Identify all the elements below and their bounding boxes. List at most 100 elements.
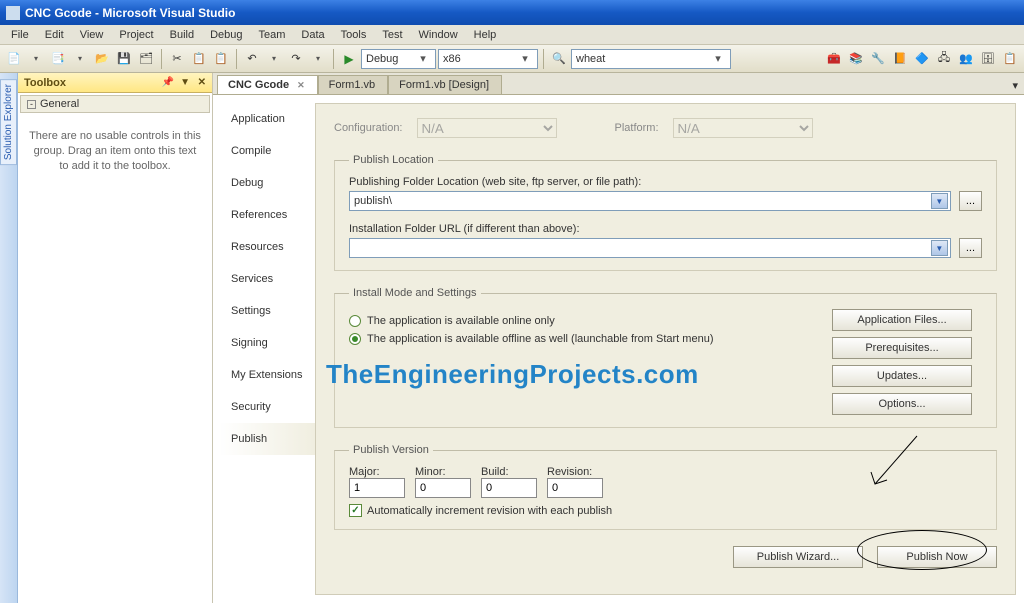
configuration-label: Configuration:	[334, 122, 403, 134]
menu-help[interactable]: Help	[466, 26, 505, 44]
publish-version-group: Publish Version Major: Minor: Build: Rev…	[334, 444, 997, 530]
options-button[interactable]: Options...	[832, 393, 972, 415]
add-item-icon[interactable]: 📑	[48, 49, 68, 69]
menu-window[interactable]: Window	[411, 26, 466, 44]
collapse-icon[interactable]: -	[27, 100, 36, 109]
toolbox-panel: Toolbox ▼ 📌 ✕ - General There are no usa…	[18, 73, 213, 603]
solution-config-combo[interactable]: Debug▾	[361, 49, 436, 69]
open-icon[interactable]: 📂	[92, 49, 112, 69]
nav-application[interactable]: Application	[219, 103, 315, 135]
nav-resources[interactable]: Resources	[219, 231, 315, 263]
revision-input[interactable]	[547, 478, 603, 498]
menu-edit[interactable]: Edit	[37, 26, 72, 44]
nav-references[interactable]: References	[219, 199, 315, 231]
menu-debug[interactable]: Debug	[202, 26, 250, 44]
editor-area: CNC Gcode✕ Form1.vb Form1.vb [Design] ▾ …	[213, 73, 1024, 603]
save-icon[interactable]: 💾	[114, 49, 134, 69]
nav-security[interactable]: Security	[219, 391, 315, 423]
pin-icon[interactable]: 📌	[162, 77, 174, 88]
nav-publish[interactable]: Publish	[219, 423, 315, 455]
undo-icon[interactable]: ↶	[242, 49, 262, 69]
menu-data[interactable]: Data	[293, 26, 332, 44]
auto-increment-checkbox[interactable]: ✓ Automatically increment revision with …	[349, 504, 982, 517]
build-input[interactable]	[481, 478, 537, 498]
radio-online-only[interactable]: The application is available online only	[349, 315, 832, 327]
nav-signing[interactable]: Signing	[219, 327, 315, 359]
major-input[interactable]	[349, 478, 405, 498]
tab-cnc-gcode[interactable]: CNC Gcode✕	[217, 75, 318, 94]
checkbox-checked-icon: ✓	[349, 504, 362, 517]
toolbox-group-general[interactable]: - General	[20, 95, 210, 113]
new-project-dropdown-icon[interactable]: ▾	[26, 49, 46, 69]
solution-explorer-tab[interactable]: Solution Explorer	[0, 79, 17, 165]
new-project-icon[interactable]: 📄	[4, 49, 24, 69]
configuration-select: N/A	[417, 118, 557, 138]
redo-dropdown-icon[interactable]: ▾	[308, 49, 328, 69]
team-explorer-icon[interactable]: 👥	[956, 49, 976, 69]
toolbox-empty-message: There are no usable controls in this gro…	[18, 115, 212, 188]
radio-online-label: The application is available online only	[367, 315, 555, 327]
menu-tools[interactable]: Tools	[333, 26, 375, 44]
solution-explorer-icon[interactable]: 📚	[846, 49, 866, 69]
solution-platform-combo[interactable]: x86▾	[438, 49, 538, 69]
properties-sidenav: Application Compile Debug References Res…	[219, 103, 315, 595]
menu-view[interactable]: View	[72, 26, 112, 44]
close-icon[interactable]: ✕	[198, 77, 206, 88]
browse-install-url-button[interactable]: ...	[959, 238, 982, 258]
install-mode-group: Install Mode and Settings The applicatio…	[334, 287, 997, 428]
nav-my-extensions[interactable]: My Extensions	[219, 359, 315, 391]
properties-icon[interactable]: 🔧	[868, 49, 888, 69]
find-combo[interactable]: wheat▾	[571, 49, 731, 69]
revision-label: Revision:	[547, 466, 603, 478]
cut-icon[interactable]: ✂	[167, 49, 187, 69]
chevron-down-icon[interactable]: ▼	[931, 193, 948, 209]
save-all-icon[interactable]: 🗂	[136, 49, 156, 69]
chevron-down-icon[interactable]: ▼	[931, 240, 948, 256]
install-url-label: Installation Folder URL (if different th…	[349, 223, 982, 235]
class-view-icon[interactable]: 🔷	[912, 49, 932, 69]
menu-test[interactable]: Test	[374, 26, 410, 44]
nav-services[interactable]: Services	[219, 263, 315, 295]
application-files-button[interactable]: Application Files...	[832, 309, 972, 331]
add-item-dropdown-icon[interactable]: ▾	[70, 49, 90, 69]
start-debug-icon[interactable]: ▶	[339, 49, 359, 69]
nav-debug[interactable]: Debug	[219, 167, 315, 199]
publish-now-button[interactable]: Publish Now	[877, 546, 997, 568]
data-sources-icon[interactable]: 🗄	[978, 49, 998, 69]
window-title: CNC Gcode - Microsoft Visual Studio	[25, 6, 235, 20]
toolbox-icon[interactable]: 🧰	[824, 49, 844, 69]
error-list-icon[interactable]: 📋	[1000, 49, 1020, 69]
menu-file[interactable]: File	[3, 26, 37, 44]
redo-icon[interactable]: ↷	[286, 49, 306, 69]
menu-build[interactable]: Build	[162, 26, 202, 44]
toolbox-dropdown-icon[interactable]: ▼	[180, 77, 190, 88]
menu-team[interactable]: Team	[251, 26, 294, 44]
prerequisites-button[interactable]: Prerequisites...	[832, 337, 972, 359]
autohide-rail: Solution Explorer	[0, 73, 18, 603]
radio-offline[interactable]: The application is available offline as …	[349, 333, 832, 345]
close-tab-icon[interactable]: ✕	[297, 80, 305, 91]
auto-increment-label: Automatically increment revision with ea…	[367, 505, 612, 517]
tab-form1-vb[interactable]: Form1.vb	[318, 75, 388, 94]
nav-settings[interactable]: Settings	[219, 295, 315, 327]
paste-icon[interactable]: 📋	[211, 49, 231, 69]
undo-dropdown-icon[interactable]: ▾	[264, 49, 284, 69]
publish-wizard-button[interactable]: Publish Wizard...	[733, 546, 863, 568]
find-icon[interactable]: 🔍	[549, 49, 569, 69]
toolbox-group-label: General	[40, 98, 79, 110]
minor-input[interactable]	[415, 478, 471, 498]
minor-label: Minor:	[415, 466, 471, 478]
menu-project[interactable]: Project	[111, 26, 161, 44]
updates-button[interactable]: Updates...	[832, 365, 972, 387]
platform-select: N/A	[673, 118, 813, 138]
object-browser-icon[interactable]: 📙	[890, 49, 910, 69]
toolbox-header: Toolbox ▼ 📌 ✕	[18, 73, 212, 93]
tab-overflow-icon[interactable]: ▾	[1006, 77, 1024, 94]
publishing-folder-combo[interactable]: publish\ ▼	[349, 191, 951, 211]
copy-icon[interactable]: 📋	[189, 49, 209, 69]
tab-form1-design[interactable]: Form1.vb [Design]	[388, 75, 502, 94]
browse-publish-folder-button[interactable]: ...	[959, 191, 982, 211]
nav-compile[interactable]: Compile	[219, 135, 315, 167]
install-url-combo[interactable]: ▼	[349, 238, 951, 258]
server-explorer-icon[interactable]: 🖧	[934, 49, 954, 69]
